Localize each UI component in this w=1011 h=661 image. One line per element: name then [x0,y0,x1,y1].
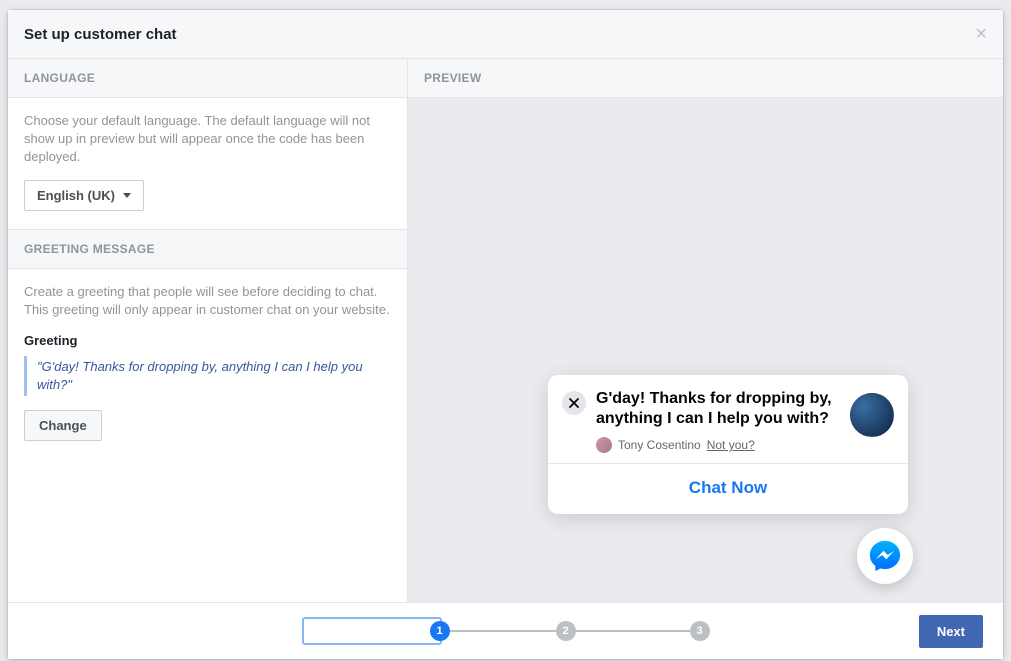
language-selected-value: English (UK) [37,188,115,203]
not-you-link[interactable]: Not you? [707,438,755,452]
modal-title: Set up customer chat [24,26,177,43]
step-1: 1 [430,621,450,641]
language-dropdown[interactable]: English (UK) [24,180,144,211]
setup-customer-chat-modal: Set up customer chat × LANGUAGE Choose y… [8,10,1003,659]
card-user-name: Tony Cosentino [618,438,701,452]
step-3[interactable]: 3 [690,621,710,641]
language-description: Choose your default language. The defaul… [24,112,391,166]
language-section-header: LANGUAGE [8,59,407,98]
modal-header: Set up customer chat × [8,10,1003,59]
card-top: G'day! Thanks for dropping by, anything … [548,375,908,463]
caret-down-icon [123,193,131,198]
messenger-fab[interactable] [857,528,913,584]
stepper: 1 2 3 [302,617,710,645]
modal-footer: 1 2 3 Next [8,603,1003,659]
step-1-box[interactable]: 1 [302,617,442,645]
greeting-description: Create a greeting that people will see b… [24,283,391,319]
chat-now-button[interactable]: Chat Now [548,464,908,514]
chat-preview-card: G'day! Thanks for dropping by, anything … [548,375,908,514]
greeting-field-label: Greeting [24,333,391,348]
page-avatar [850,393,894,437]
card-user-row: Tony Cosentino Not you? [596,437,840,453]
messenger-icon [868,539,902,573]
preview-panel: PREVIEW G'day! Thanks for dropping by, a… [408,59,1003,602]
language-section-body: Choose your default language. The defaul… [8,98,407,229]
card-close-icon[interactable] [562,391,586,415]
preview-section-header: PREVIEW [408,59,1003,98]
greeting-section-body: Create a greeting that people will see b… [8,269,407,459]
close-icon[interactable]: × [975,24,987,44]
change-button[interactable]: Change [24,410,102,441]
greeting-section-header: GREETING MESSAGE [8,229,407,269]
card-text-block: G'day! Thanks for dropping by, anything … [596,389,840,453]
modal-body: LANGUAGE Choose your default language. T… [8,59,1003,603]
user-avatar-small [596,437,612,453]
step-2[interactable]: 2 [556,621,576,641]
settings-panel: LANGUAGE Choose your default language. T… [8,59,408,602]
step-line-1 [442,630,556,632]
greeting-text: "G'day! Thanks for dropping by, anything… [24,356,391,396]
card-greeting-text: G'day! Thanks for dropping by, anything … [596,389,840,429]
next-button[interactable]: Next [919,615,983,648]
step-line-2 [576,630,690,632]
